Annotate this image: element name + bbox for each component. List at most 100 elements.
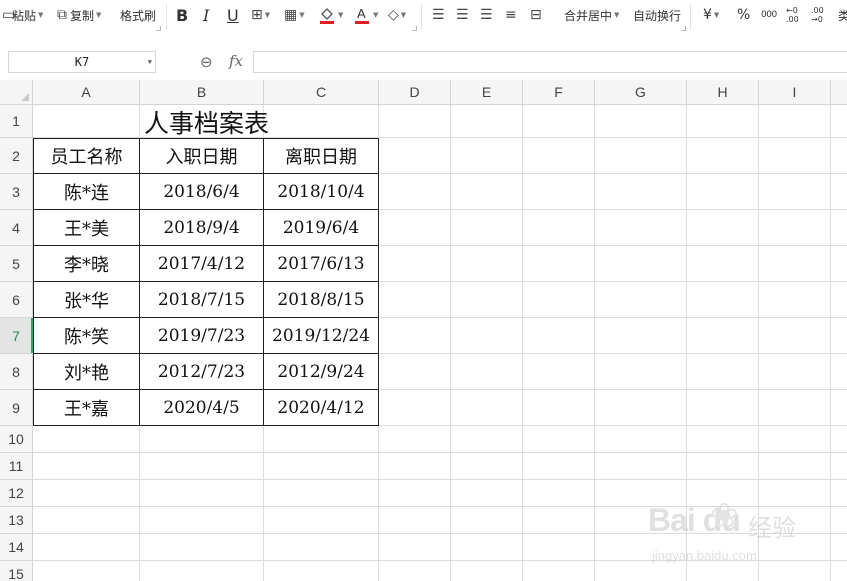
currency-button[interactable]: ¥ ▼ <box>703 0 719 30</box>
row-header-12[interactable]: 12 <box>0 480 33 507</box>
copy-button[interactable]: ⧉ 复制 ▼ <box>57 0 101 30</box>
italic-icon: I <box>203 5 210 25</box>
group-launcher-icon[interactable] <box>412 26 417 31</box>
table-cell[interactable]: 2019/7/23 <box>140 318 264 354</box>
table-cell[interactable]: 王*美 <box>33 210 140 246</box>
paste-label: 粘贴 <box>12 8 37 23</box>
wrap-text-button[interactable]: 自动换行 <box>633 0 681 30</box>
decrease-decimal-button[interactable]: .00 →0 <box>811 0 831 30</box>
border-button[interactable]: ⊞ ▼ <box>251 0 270 30</box>
table-cell[interactable]: 2019/12/24 <box>264 318 379 354</box>
column-header-f[interactable]: F <box>523 80 595 105</box>
row-header-9[interactable]: 9 <box>0 390 33 426</box>
column-header-a[interactable]: A <box>33 80 140 105</box>
align-center-button[interactable]: ☰ <box>456 0 469 30</box>
table-cell[interactable]: 刘*艳 <box>33 354 140 390</box>
font-color-button[interactable]: A ▼ <box>353 0 378 30</box>
column-header-partial <box>831 80 847 105</box>
column-header-c[interactable]: C <box>264 80 379 105</box>
select-all-corner[interactable] <box>0 80 33 105</box>
row-header-11[interactable]: 11 <box>0 453 33 480</box>
table-header-cell[interactable]: 员工名称 <box>33 138 140 174</box>
row-header-1[interactable]: 1 <box>0 105 33 138</box>
distribute-button[interactable]: ⊟ <box>530 0 542 30</box>
chevron-down-icon: ▼ <box>264 11 271 19</box>
cell-style-icon: ▦ <box>284 7 298 23</box>
justify-button[interactable]: ≡ <box>505 0 517 30</box>
table-cell[interactable]: 陈*连 <box>33 174 140 210</box>
number-format-label: 类 <box>838 8 847 23</box>
chevron-down-icon[interactable]: ▼ <box>148 52 152 72</box>
copy-label: 复制 <box>70 8 95 23</box>
cell-style-button[interactable]: ▦ ▼ <box>284 0 305 30</box>
merge-center-label: 合并居中 <box>564 8 613 23</box>
table-cell[interactable]: 2018/10/4 <box>264 174 379 210</box>
name-box[interactable]: K7 ▼ <box>8 51 156 73</box>
align-left-button[interactable]: ☰ <box>432 0 445 30</box>
increase-decimal-button[interactable]: ←0 .00 <box>786 0 806 30</box>
justify-icon: ≡ <box>505 7 517 23</box>
thousands-button[interactable]: 000 <box>761 0 777 30</box>
column-header-h[interactable]: H <box>687 80 759 105</box>
column-header-i[interactable]: I <box>759 80 831 105</box>
group-launcher-icon[interactable] <box>681 26 686 31</box>
table-cell[interactable]: 2018/6/4 <box>140 174 264 210</box>
row-header-4[interactable]: 4 <box>0 210 33 246</box>
cell-reference: K7 <box>74 55 90 69</box>
fx-icon[interactable]: fx <box>229 52 243 70</box>
row-header-15[interactable]: 15 <box>0 561 33 581</box>
column-header-b[interactable]: B <box>140 80 264 105</box>
formula-input[interactable] <box>253 51 847 73</box>
table-cell[interactable]: 2012/9/24 <box>264 354 379 390</box>
zoom-icon[interactable]: ⊖ <box>200 53 213 71</box>
bold-button[interactable]: B <box>176 0 188 30</box>
row-header-8[interactable]: 8 <box>0 354 33 390</box>
column-header-d[interactable]: D <box>379 80 451 105</box>
copy-icon: ⧉ <box>57 7 67 23</box>
number-format-button[interactable]: 类 <box>838 0 847 30</box>
clear-format-button[interactable]: ◇ ▼ <box>388 0 406 30</box>
table-cell[interactable]: 2012/7/23 <box>140 354 264 390</box>
row-header-6[interactable]: 6 <box>0 282 33 318</box>
table-cell[interactable]: 2018/9/4 <box>140 210 264 246</box>
column-header-g[interactable]: G <box>595 80 687 105</box>
distribute-icon: ⊟ <box>530 7 542 23</box>
table-cell[interactable]: 2017/6/13 <box>264 246 379 282</box>
table-cell[interactable]: 2019/6/4 <box>264 210 379 246</box>
format-painter-button[interactable]: 格式刷 <box>120 0 156 30</box>
table-cell[interactable]: 李*晓 <box>33 246 140 282</box>
table-header-cell[interactable]: 入职日期 <box>140 138 264 174</box>
table-cell[interactable]: 2020/4/5 <box>140 390 264 426</box>
underline-button[interactable]: U <box>227 0 239 30</box>
sheet-title[interactable]: 人事档案表 <box>33 105 380 138</box>
table-cell[interactable]: 2018/7/15 <box>140 282 264 318</box>
fill-color-button[interactable]: ▼ <box>318 0 343 30</box>
table-cell[interactable]: 王*嘉 <box>33 390 140 426</box>
table-cell[interactable]: 陈*笑 <box>33 318 140 354</box>
align-right-button[interactable]: ☰ <box>480 0 493 30</box>
row-header-10[interactable]: 10 <box>0 426 33 453</box>
table-cell[interactable]: 2018/8/15 <box>264 282 379 318</box>
grid-column-line <box>830 105 831 581</box>
merge-center-button[interactable]: 合并居中 ▼ <box>564 0 619 30</box>
paste-icon[interactable]: ▭ <box>2 0 15 30</box>
percent-button[interactable]: % <box>737 0 750 30</box>
table-cell[interactable]: 2020/4/12 <box>264 390 379 426</box>
table-header-cell[interactable]: 离职日期 <box>264 138 379 174</box>
watermark-text: 经验 <box>748 514 796 542</box>
svg-text:A: A <box>357 6 366 21</box>
table-cell[interactable]: 2017/4/12 <box>140 246 264 282</box>
row-header-3[interactable]: 3 <box>0 174 33 210</box>
row-header-2[interactable]: 2 <box>0 138 33 174</box>
italic-button[interactable]: I <box>203 0 209 30</box>
row-header-7[interactable]: 7 <box>0 318 33 354</box>
row-header-14[interactable]: 14 <box>0 534 33 561</box>
row-header-5[interactable]: 5 <box>0 246 33 282</box>
chevron-down-icon: ▼ <box>338 11 344 19</box>
fill-bucket-icon <box>320 8 334 24</box>
table-cell[interactable]: 张*华 <box>33 282 140 318</box>
group-launcher-icon[interactable] <box>156 26 161 31</box>
paste-button[interactable]: 粘贴 ▼ <box>12 0 43 30</box>
row-header-13[interactable]: 13 <box>0 507 33 534</box>
column-header-e[interactable]: E <box>451 80 523 105</box>
